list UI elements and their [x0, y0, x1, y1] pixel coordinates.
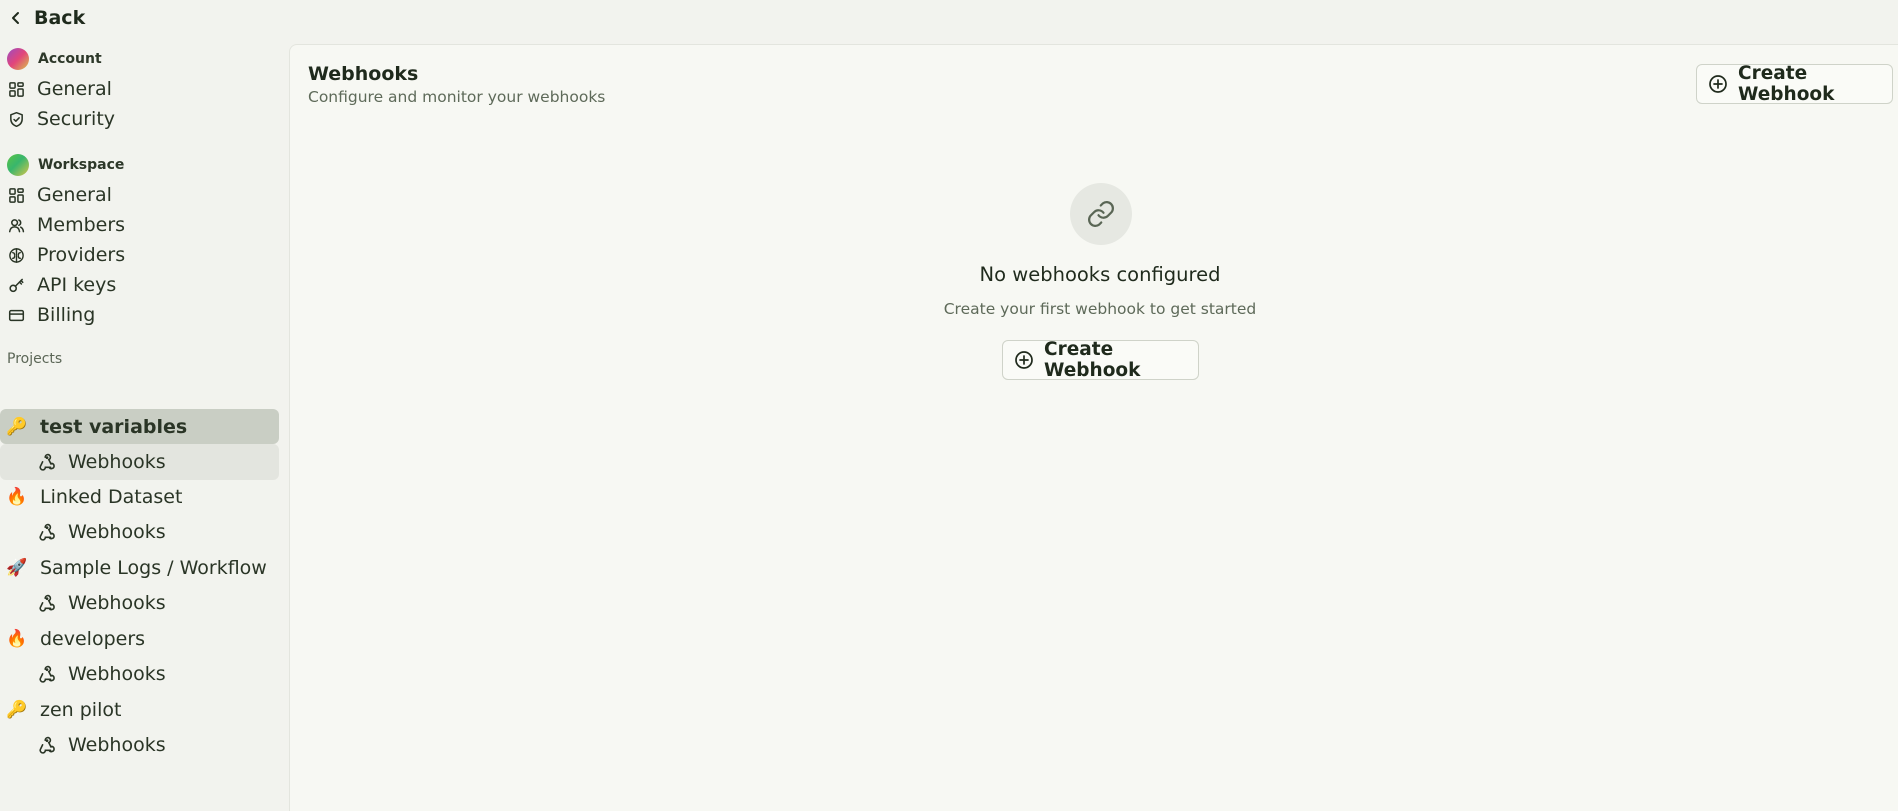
back-button[interactable]: Back [8, 4, 85, 32]
project-item-zen-pilot[interactable]: 🔑 zen pilot [0, 692, 279, 727]
project-item-test-variables[interactable]: 🔑 test variables [0, 409, 279, 444]
plus-circle-icon [1709, 75, 1727, 93]
create-first-webhook-button[interactable]: Create Webhook [1002, 339, 1199, 381]
grid-icon [9, 187, 24, 203]
empty-state-text: Create your first webhook to get started [943, 300, 1257, 318]
workspace-avatar [7, 154, 29, 176]
key-icon [9, 278, 24, 292]
webhooks-panel: Webhooks Configure and monitor your webh… [289, 44, 1898, 811]
fire-emoji-icon: 🔥 [6, 628, 28, 649]
account-section-label: Account [38, 51, 102, 67]
fire-emoji-icon: 🔥 [6, 486, 28, 507]
sub-item-label: Webhooks [68, 521, 166, 543]
project-label: Linked Dataset [40, 485, 183, 508]
brain-icon [9, 247, 24, 263]
link-icon [1088, 201, 1114, 227]
sidebar-item-security[interactable]: Security [0, 102, 280, 136]
key-emoji-icon: 🔑 [6, 416, 28, 437]
workspace-section-label: Workspace [38, 157, 125, 173]
sub-item-label: Webhooks [68, 451, 166, 473]
sidebar-item-label: Security [37, 108, 116, 130]
sidebar-item-members[interactable]: Members [0, 208, 280, 242]
webhook-icon [39, 736, 55, 754]
webhook-icon [39, 594, 55, 612]
sidebar-item-label: General [37, 184, 112, 206]
settings-sidebar: Account General Security Workspace Gener… [0, 45, 288, 811]
project-item-developers[interactable]: 🔥 developers [0, 621, 279, 656]
sidebar-item-label: Billing [37, 304, 96, 326]
sidebar-item-providers[interactable]: Providers [0, 238, 280, 272]
create-webhook-label: Create Webhook [1738, 63, 1835, 105]
sidebar-item-account-general[interactable]: General [0, 72, 280, 106]
sidebar-item-api-keys[interactable]: API keys [0, 268, 280, 302]
workspace-section-header: Workspace [7, 154, 124, 176]
project-label: developers [40, 627, 146, 650]
project-webhooks-link[interactable]: Webhooks [0, 514, 279, 550]
users-icon [8, 218, 25, 232]
grid-icon [9, 81, 24, 97]
webhook-icon [39, 453, 55, 471]
back-label: Back [34, 7, 86, 29]
create-webhook-label: Create Webhook [1044, 339, 1141, 381]
webhook-icon [39, 665, 55, 683]
project-webhooks-link[interactable]: Webhooks [0, 656, 279, 692]
sub-item-label: Webhooks [68, 592, 166, 614]
chevron-left-icon [12, 12, 19, 24]
project-label: test variables [40, 415, 188, 438]
project-webhooks-link[interactable]: Webhooks [0, 444, 279, 480]
empty-state-icon [1070, 183, 1132, 245]
project-webhooks-link[interactable]: Webhooks [0, 585, 279, 621]
sidebar-item-label: Providers [37, 244, 126, 266]
projects-section-header: Projects [7, 351, 62, 367]
empty-state-title: No webhooks configured [979, 263, 1221, 286]
sidebar-item-billing[interactable]: Billing [0, 298, 280, 332]
sidebar-item-label: General [37, 78, 112, 100]
project-webhooks-link[interactable]: Webhooks [0, 727, 279, 763]
sub-item-label: Webhooks [68, 734, 166, 756]
credit-card-icon [8, 309, 25, 321]
app-window: Back Account General Security Workspace … [0, 0, 1898, 811]
plus-circle-icon [1015, 351, 1033, 369]
sidebar-item-label: Members [37, 214, 126, 236]
project-item-linked-dataset[interactable]: 🔥 Linked Dataset [0, 479, 279, 514]
shield-icon [10, 111, 23, 127]
projects-section-label: Projects [7, 351, 63, 367]
account-section-header: Account [7, 48, 102, 70]
page-title: Webhooks [308, 63, 419, 85]
sidebar-item-label: API keys [37, 274, 117, 296]
rocket-emoji-icon: 🚀 [6, 557, 28, 578]
webhook-icon [39, 523, 55, 541]
project-label: Sample Logs / Workflow [40, 556, 267, 579]
sidebar-item-workspace-general[interactable]: General [0, 178, 280, 212]
account-avatar [7, 48, 29, 70]
key-emoji-icon: 🔑 [6, 699, 28, 720]
project-label: zen pilot [40, 698, 122, 721]
sub-item-label: Webhooks [68, 663, 166, 685]
page-subtitle: Configure and monitor your webhooks [308, 88, 606, 106]
project-item-sample-logs-workflow[interactable]: 🚀 Sample Logs / Workflow [0, 550, 279, 585]
create-webhook-button[interactable]: Create Webhook [1696, 63, 1893, 105]
